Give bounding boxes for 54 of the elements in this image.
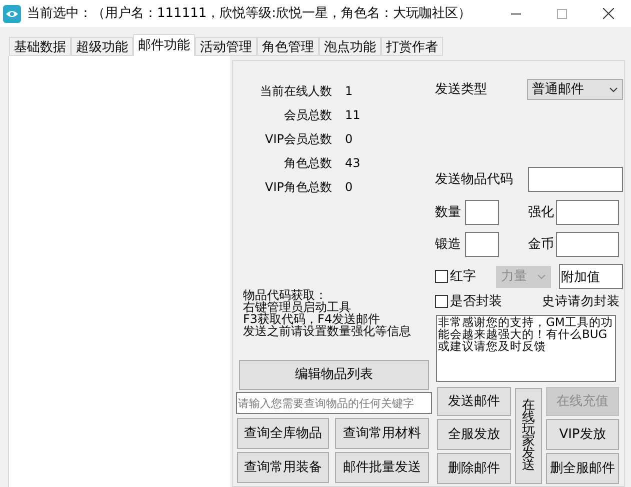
field-label: 锻造 (435, 236, 462, 254)
window-title: 当前选中：（用户名：111111，欣悦等级:欣悦一星，角色名：大玩咖社区） (27, 4, 472, 23)
field-label: 强化 (527, 204, 555, 222)
seal-hint: 史诗请勿封装 (542, 292, 620, 310)
extra-value-field[interactable]: 附加值 (559, 264, 623, 289)
number-field[interactable] (465, 200, 499, 225)
stat-value: 0 (345, 131, 353, 148)
message-field[interactable]: 非常感谢您的支持，GM工具的功能会越来越强大的！有什么BUG或建议请您及时反馈 (436, 314, 616, 382)
tab[interactable]: 角色管理 (257, 37, 319, 56)
action-button[interactable]: 发送邮件 (437, 387, 511, 416)
checkbox[interactable]: 是否封装 (435, 292, 502, 312)
stat-value: 1 (345, 83, 353, 100)
field-label: 金币 (527, 236, 555, 254)
action-button[interactable]: 在线玩家发送 (515, 388, 542, 484)
help-note-line: 右键管理员启动工具 (243, 301, 351, 313)
query-button[interactable]: 邮件批量发送 (335, 452, 429, 483)
action-button[interactable]: VIP发放 (546, 419, 619, 450)
field-label: 数量 (435, 204, 462, 222)
stat-label: 当前在线人数 (259, 83, 332, 100)
tab[interactable]: 邮件功能 (133, 34, 195, 56)
checkbox[interactable]: 红字 (435, 266, 476, 286)
stat-value: 11 (345, 107, 360, 124)
chevron-icon (537, 274, 546, 280)
number-field[interactable] (556, 200, 619, 225)
send-type-label: 发送类型 (435, 80, 487, 99)
stat-value: 43 (345, 155, 360, 172)
send-type-select[interactable]: 普通邮件 (527, 79, 623, 100)
item-code-label: 发送物品代码 (435, 170, 513, 189)
stat-label: VIP会员总数 (264, 131, 332, 148)
edit-list-button[interactable]: 编辑物品列表 (239, 360, 429, 390)
stat-label: 角色总数 (283, 155, 332, 172)
action-button[interactable]: 删除邮件 (437, 453, 511, 484)
query-button[interactable]: 查询全库物品 (237, 418, 329, 449)
query-button[interactable]: 查询常用装备 (237, 452, 329, 483)
action-button[interactable]: 全服发放 (437, 419, 511, 450)
stat-label: 会员总数 (283, 107, 332, 124)
stat-value: 0 (345, 179, 353, 196)
search-field[interactable]: 请输入您需要查询物品的任何关键字 (236, 392, 432, 414)
app-icon (3, 4, 21, 22)
stat-label: VIP角色总数 (264, 179, 332, 196)
help-note-line: F3获取代码，F4发送邮件 (243, 313, 380, 325)
help-note-line: 发送之前请设置数量强化等信息 (243, 325, 412, 337)
tab[interactable]: 泡点功能 (319, 37, 381, 56)
tab[interactable]: 超级功能 (71, 37, 133, 56)
tab[interactable]: 基础数据 (9, 37, 71, 56)
number-field[interactable] (556, 232, 619, 257)
chevron-icon (609, 86, 618, 92)
item-code-field[interactable] (528, 167, 623, 192)
help-note-line: 物品代码获取： (243, 289, 327, 301)
query-button[interactable]: 查询常用材料 (335, 418, 429, 449)
tab[interactable]: 打赏作者 (381, 37, 443, 56)
tab[interactable]: 活动管理 (195, 37, 257, 56)
action-button[interactable]: 删全服邮件 (546, 453, 619, 484)
number-field[interactable] (465, 232, 499, 257)
